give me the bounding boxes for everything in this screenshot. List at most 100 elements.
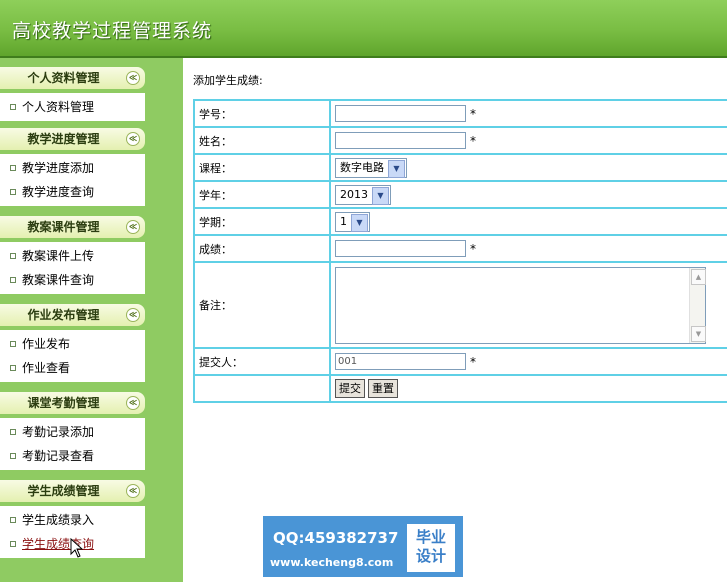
group-body: 考勤记录添加 考勤记录查看 — [0, 418, 145, 470]
ad-badge: 毕业 设计 — [407, 524, 455, 572]
remark-textarea[interactable]: ▲ ▼ — [335, 266, 706, 344]
form-row-student-id: 学号： * — [193, 99, 727, 128]
bullet-icon — [10, 276, 16, 283]
collapse-icon[interactable]: ≪ — [126, 220, 140, 234]
sidebar-group-homework: 作业发布管理 ≪ 作业发布 作业查看 — [0, 304, 145, 382]
sidebar-item-courseware-query[interactable]: 教案课件查询 — [0, 268, 145, 292]
sidebar-item-courseware-upload[interactable]: 教案课件上传 — [0, 244, 145, 268]
sidebar: 个人资料管理 ≪ 个人资料管理 教学进度管理 ≪ 教学进度添加 教学进度查询 教… — [0, 58, 183, 582]
group-header[interactable]: 课堂考勤管理 ≪ — [0, 392, 145, 414]
field-cell: * — [329, 126, 727, 155]
sidebar-group-progress: 教学进度管理 ≪ 教学进度添加 教学进度查询 — [0, 128, 145, 206]
ad-badge-line2: 设计 — [415, 547, 446, 565]
submitter-input[interactable]: 001 — [335, 353, 466, 370]
name-label: 姓名： — [193, 126, 331, 155]
scroll-up-icon[interactable]: ▲ — [691, 268, 706, 285]
form-row-year: 学年： 2013 ▼ — [193, 180, 727, 209]
name-input[interactable] — [335, 132, 466, 149]
sidebar-item-profile[interactable]: 个人资料管理 — [0, 95, 145, 119]
bullet-icon — [10, 452, 16, 459]
page-title: 添加学生成绩: — [193, 74, 263, 87]
group-title: 课堂考勤管理 — [27, 396, 100, 410]
group-header[interactable]: 个人资料管理 ≪ — [0, 67, 145, 89]
collapse-icon[interactable]: ≪ — [126, 484, 140, 498]
group-title: 教案课件管理 — [27, 220, 100, 234]
collapse-icon[interactable]: ≪ — [126, 308, 140, 322]
course-select[interactable]: 数字电路 ▼ — [335, 157, 407, 178]
field-cell: 数字电路 ▼ — [329, 153, 727, 182]
sidebar-item-homework-publish[interactable]: 作业发布 — [0, 332, 145, 356]
bullet-icon — [10, 252, 16, 259]
empty-cell — [193, 374, 331, 403]
year-select[interactable]: 2013 ▼ — [335, 184, 391, 205]
group-title: 教学进度管理 — [27, 132, 100, 146]
year-value: 2013 — [340, 187, 368, 201]
field-cell: * — [329, 99, 727, 128]
ad-qq-text: QQ:459382737 — [273, 529, 399, 547]
course-label: 课程： — [193, 153, 331, 182]
sidebar-group-courseware: 教案课件管理 ≪ 教案课件上传 教案课件查询 — [0, 216, 145, 294]
submitter-label: 提交人： — [193, 347, 331, 376]
sidebar-item-progress-query[interactable]: 教学进度查询 — [0, 180, 145, 204]
app-title: 高校教学过程管理系统 — [12, 20, 213, 42]
grade-form: 学号： * 姓名： * 课程： 数字电路 ▼ 学年： 2013 ▼ 学期： 1 ▼ 成… — [193, 99, 727, 403]
group-header[interactable]: 教学进度管理 ≪ — [0, 128, 145, 150]
submit-button[interactable]: 提交 — [335, 379, 365, 398]
ad-banner[interactable]: QQ:459382737 www.kecheng8.com 毕业 设计 — [263, 516, 463, 577]
remark-label: 备注： — [193, 261, 331, 349]
term-select[interactable]: 1 ▼ — [335, 211, 370, 232]
chevron-down-icon[interactable]: ▼ — [372, 186, 389, 205]
mouse-cursor-icon — [70, 538, 84, 558]
textarea-scrollbar[interactable]: ▲ ▼ — [689, 267, 706, 343]
form-row-remark: 备注： ▲ ▼ — [193, 261, 727, 349]
form-row-course: 课程： 数字电路 ▼ — [193, 153, 727, 182]
sidebar-item-homework-view[interactable]: 作业查看 — [0, 356, 145, 380]
bullet-icon — [10, 428, 16, 435]
bullet-icon — [10, 364, 16, 371]
collapse-icon[interactable]: ≪ — [126, 132, 140, 146]
course-value: 数字电路 — [340, 160, 384, 174]
collapse-icon[interactable]: ≪ — [126, 396, 140, 410]
term-value: 1 — [340, 214, 347, 228]
field-cell: 001 * — [329, 347, 727, 376]
scroll-down-icon[interactable]: ▼ — [691, 325, 706, 342]
field-cell: 2013 ▼ — [329, 180, 727, 209]
sidebar-group-profile: 个人资料管理 ≪ 个人资料管理 — [0, 67, 145, 121]
form-row-submitter: 提交人： 001 * — [193, 347, 727, 376]
reset-button[interactable]: 重置 — [368, 379, 398, 398]
sidebar-item-progress-add[interactable]: 教学进度添加 — [0, 156, 145, 180]
student-id-input[interactable] — [335, 105, 466, 122]
group-header[interactable]: 作业发布管理 ≪ — [0, 304, 145, 326]
required-mark: * — [470, 241, 476, 256]
bullet-icon — [10, 340, 16, 347]
app-header: 高校教学过程管理系统 — [0, 0, 727, 58]
chevron-down-icon[interactable]: ▼ — [388, 159, 405, 178]
group-title: 个人资料管理 — [27, 71, 100, 85]
group-header[interactable]: 教案课件管理 ≪ — [0, 216, 145, 238]
required-mark: * — [470, 106, 476, 121]
bullet-icon — [10, 516, 16, 523]
score-input[interactable] — [335, 240, 466, 257]
field-cell: * — [329, 234, 727, 263]
form-row-term: 学期： 1 ▼ — [193, 207, 727, 236]
actions-cell: 提交 重置 — [329, 374, 727, 403]
group-title: 学生成绩管理 — [27, 484, 100, 498]
student-id-label: 学号： — [193, 99, 331, 128]
year-label: 学年： — [193, 180, 331, 209]
group-body: 教案课件上传 教案课件查询 — [0, 242, 145, 294]
group-header[interactable]: 学生成绩管理 ≪ — [0, 480, 145, 502]
group-body: 个人资料管理 — [0, 93, 145, 121]
score-label: 成绩： — [193, 234, 331, 263]
form-row-name: 姓名： * — [193, 126, 727, 155]
sidebar-item-attendance-add[interactable]: 考勤记录添加 — [0, 420, 145, 444]
ad-url-text: www.kecheng8.com — [270, 556, 394, 569]
chevron-down-icon[interactable]: ▼ — [351, 213, 368, 232]
term-label: 学期： — [193, 207, 331, 236]
form-row-score: 成绩： * — [193, 234, 727, 263]
bullet-icon — [10, 540, 16, 547]
sidebar-item-grades-entry[interactable]: 学生成绩录入 — [0, 508, 145, 532]
sidebar-item-attendance-view[interactable]: 考勤记录查看 — [0, 444, 145, 468]
required-mark: * — [470, 133, 476, 148]
group-title: 作业发布管理 — [27, 308, 100, 322]
collapse-icon[interactable]: ≪ — [126, 71, 140, 85]
